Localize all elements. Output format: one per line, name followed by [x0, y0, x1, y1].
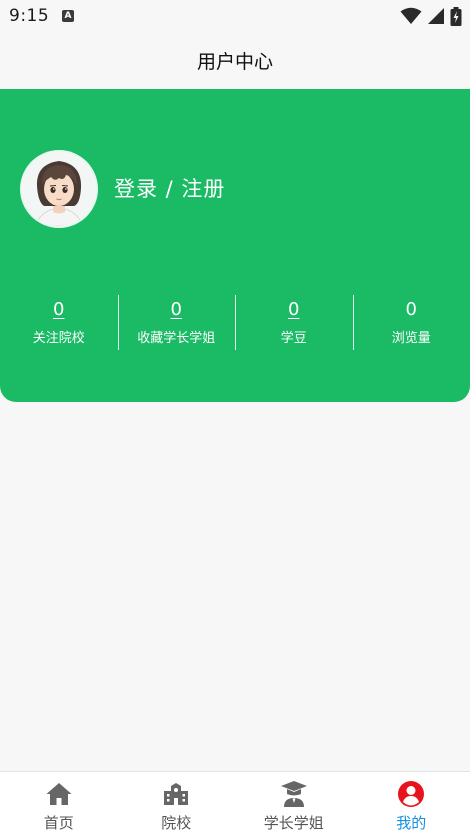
graduate-icon — [280, 780, 308, 808]
status-icons — [400, 7, 462, 27]
wifi-icon — [400, 7, 422, 25]
signal-icon — [427, 7, 445, 25]
stat-label: 浏览量 — [353, 331, 470, 347]
stat-value: 0 — [171, 299, 182, 321]
tab-home[interactable]: 首页 — [0, 772, 118, 838]
a-badge-icon: A — [62, 10, 74, 22]
stat-beans[interactable]: 0 学豆 — [235, 295, 353, 351]
tab-label: 我的 — [353, 812, 470, 833]
page-title: 用户中心 — [0, 47, 470, 74]
stat-value: 0 — [288, 299, 299, 321]
login-register-link[interactable]: 登录 / 注册 — [114, 173, 225, 203]
avatar-image — [22, 152, 96, 226]
tab-label: 学长学姐 — [235, 812, 353, 833]
stat-favorite-seniors[interactable]: 0 收藏学长学姐 — [118, 295, 236, 351]
tab-label: 院校 — [118, 812, 236, 833]
tab-seniors[interactable]: 学长学姐 — [235, 772, 353, 838]
bottom-tab-bar: 首页 院校 学长学姐 我的 — [0, 771, 470, 838]
profile-card: 登录 / 注册 0 关注院校 0 收藏学长学姐 0 学豆 0 浏览量 — [0, 89, 470, 402]
stat-label: 学豆 — [235, 331, 353, 347]
tab-schools[interactable]: 院校 — [118, 772, 236, 838]
home-icon — [45, 780, 73, 808]
stat-views[interactable]: 0 浏览量 — [353, 295, 470, 351]
school-icon — [162, 780, 190, 808]
stat-followed-schools[interactable]: 0 关注院校 — [0, 295, 118, 351]
stat-label: 收藏学长学姐 — [118, 331, 236, 347]
stats-row: 0 关注院校 0 收藏学长学姐 0 学豆 0 浏览量 — [0, 295, 470, 351]
tab-label: 首页 — [0, 812, 118, 833]
stat-value: 0 — [53, 299, 64, 321]
stat-label: 关注院校 — [0, 331, 118, 347]
profile-icon — [397, 780, 425, 808]
user-avatar[interactable] — [22, 152, 96, 226]
battery-icon — [450, 7, 462, 26]
status-bar: 9:15 A — [0, 0, 470, 34]
stat-value: 0 — [406, 299, 417, 321]
status-time: 9:15 — [9, 6, 49, 26]
tab-mine[interactable]: 我的 — [353, 772, 470, 838]
app-header: 用户中心 — [0, 34, 470, 86]
